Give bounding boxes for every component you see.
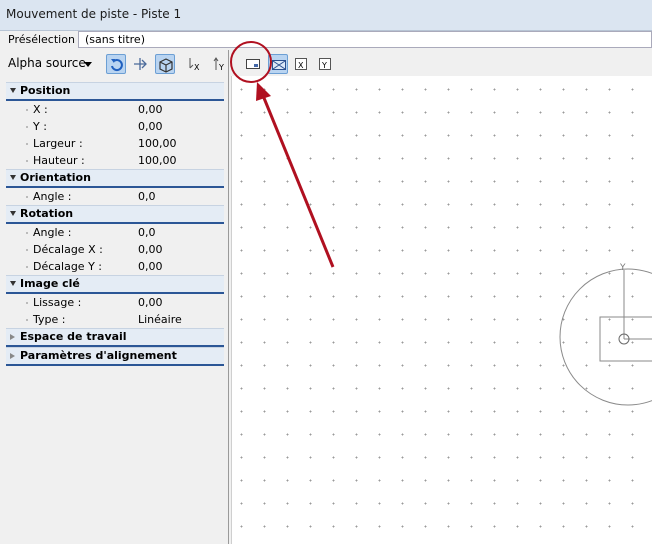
collapse-icon — [10, 175, 16, 180]
property-row[interactable]: Décalage X : 0,00 — [6, 241, 224, 258]
svg-text:X: X — [194, 63, 200, 72]
property-value[interactable]: 0,00 — [138, 294, 163, 311]
rotate-tool-button[interactable] — [106, 54, 126, 74]
alpha-source-label[interactable]: Alpha source — [8, 56, 86, 70]
property-value[interactable]: 0,00 — [138, 118, 163, 135]
preset-field[interactable]: (sans titre) — [78, 31, 652, 48]
properties-panel: Position X : 0,00 Y : 0,00 Largeur : 100,00… — [6, 82, 224, 366]
property-row[interactable]: Décalage Y : 0,00 — [6, 258, 224, 275]
property-row[interactable]: X : 0,00 — [6, 101, 224, 118]
flip-y-button[interactable]: Y — [210, 54, 230, 74]
section-title: Orientation — [20, 171, 91, 184]
window-title: Mouvement de piste - Piste 1 — [6, 7, 182, 21]
preset-bar: Présélection : (sans titre) — [0, 30, 652, 50]
section-orientation[interactable]: Orientation — [6, 169, 224, 188]
section-title: Espace de travail — [20, 330, 127, 343]
property-label: Angle : — [33, 190, 72, 203]
frame-icon — [246, 59, 260, 69]
chevron-down-icon[interactable] — [84, 62, 92, 67]
bullet-icon — [26, 249, 28, 251]
property-label: Y : — [33, 120, 47, 133]
section-alignment[interactable]: Paramètres d'alignement — [6, 347, 224, 366]
fit-frame-icon — [272, 60, 286, 70]
property-value[interactable]: 0,00 — [138, 101, 163, 118]
section-rotation[interactable]: Rotation — [6, 205, 224, 224]
3d-tool-button[interactable] — [155, 54, 175, 74]
x-box-button[interactable]: X — [291, 54, 311, 74]
fit-frame-button[interactable] — [268, 54, 288, 74]
rotation-circle[interactable] — [559, 268, 652, 406]
y-box-icon: Y — [319, 58, 331, 70]
property-label: Décalage Y : — [33, 260, 102, 273]
y-axis-label: Y — [619, 263, 626, 273]
bullet-icon — [26, 196, 28, 198]
show-frame-button[interactable] — [243, 54, 263, 74]
y-box-button[interactable]: Y — [315, 54, 335, 74]
section-title: Paramètres d'alignement — [20, 349, 177, 362]
expand-icon — [10, 353, 15, 359]
property-label: X : — [33, 103, 48, 116]
preset-label: Présélection : — [8, 33, 83, 46]
property-row[interactable]: Angle : 0,0 — [6, 188, 224, 205]
section-workspace[interactable]: Espace de travail — [6, 328, 224, 347]
bullet-icon — [26, 143, 28, 145]
section-title: Rotation — [20, 207, 74, 220]
property-label: Décalage X : — [33, 243, 103, 256]
bullet-icon — [26, 126, 28, 128]
cube-icon — [159, 58, 173, 73]
toolbar: Alpha source X Y X Y — [0, 52, 652, 76]
bullet-icon — [26, 109, 28, 111]
property-row[interactable]: Type : Linéaire — [6, 311, 224, 328]
property-value[interactable]: 100,00 — [138, 152, 177, 169]
property-value[interactable]: 0,0 — [138, 188, 156, 205]
property-label: Lissage : — [33, 296, 82, 309]
collapse-icon — [10, 88, 16, 93]
section-keyframe[interactable]: Image clé — [6, 275, 224, 294]
property-row[interactable]: Angle : 0,0 — [6, 224, 224, 241]
section-title: Position — [20, 84, 71, 97]
property-label: Type : — [33, 313, 66, 326]
expand-icon — [10, 334, 15, 340]
canvas-overlay: Y — [559, 263, 652, 406]
pan-icon — [134, 58, 147, 70]
property-value[interactable]: Linéaire — [138, 311, 182, 328]
bullet-icon — [26, 302, 28, 304]
flip-x-button[interactable]: X — [186, 54, 206, 74]
property-row[interactable]: Hauteur : 100,00 — [6, 152, 224, 169]
property-label: Largeur : — [33, 137, 83, 150]
svg-text:X: X — [298, 61, 304, 70]
property-value[interactable]: 0,00 — [138, 258, 163, 275]
section-position[interactable]: Position — [6, 82, 224, 101]
title-bar: Mouvement de piste - Piste 1 — [0, 0, 652, 31]
property-value[interactable]: 0,0 — [138, 224, 156, 241]
section-title: Image clé — [20, 277, 80, 290]
collapse-icon — [10, 211, 16, 216]
rotate-icon — [111, 59, 123, 72]
bullet-icon — [26, 266, 28, 268]
collapse-icon — [10, 281, 16, 286]
y-align-icon: Y — [213, 57, 224, 72]
bullet-icon — [26, 160, 28, 162]
pan-tool-button[interactable] — [130, 54, 150, 74]
property-row[interactable]: Largeur : 100,00 — [6, 135, 224, 152]
bullet-icon — [26, 319, 28, 321]
svg-text:Y: Y — [218, 63, 224, 72]
property-value[interactable]: 0,00 — [138, 241, 163, 258]
bullet-icon — [26, 232, 28, 234]
x-box-icon: X — [295, 58, 307, 70]
property-row[interactable]: Lissage : 0,00 — [6, 294, 224, 311]
svg-text:Y: Y — [321, 61, 327, 70]
panel-splitter[interactable] — [228, 50, 229, 544]
property-label: Hauteur : — [33, 154, 85, 167]
preview-canvas[interactable]: Y — [232, 76, 652, 544]
x-align-icon: X — [189, 58, 200, 72]
property-value[interactable]: 100,00 — [138, 135, 177, 152]
property-row[interactable]: Y : 0,00 — [6, 118, 224, 135]
property-label: Angle : — [33, 226, 72, 239]
